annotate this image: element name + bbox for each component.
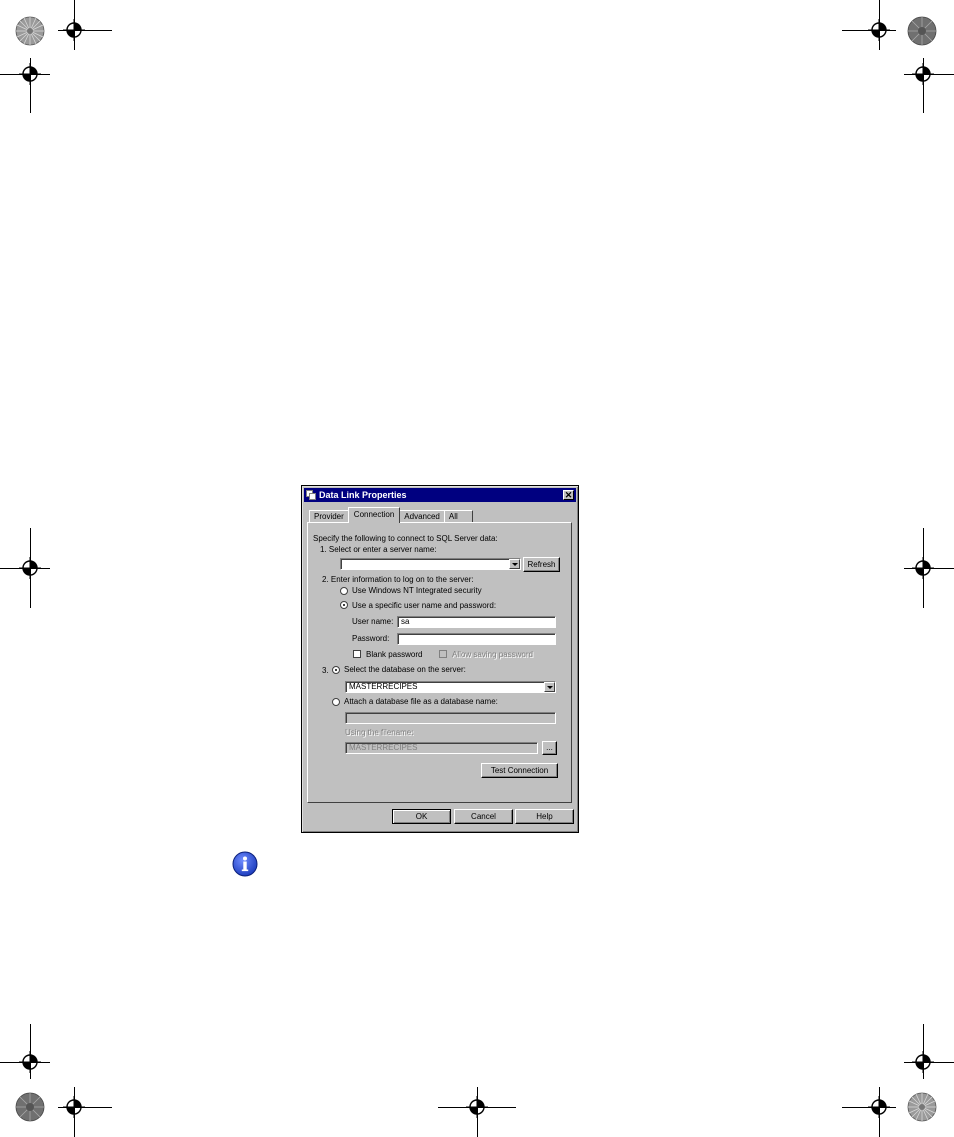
registration-mark-icon: [63, 1096, 85, 1118]
database-value: MASTERRECIPES: [349, 682, 418, 691]
filename-label: Using the filename:: [345, 728, 414, 737]
help-button[interactable]: Help: [515, 809, 574, 824]
username-input[interactable]: sa: [397, 616, 556, 628]
ok-button[interactable]: OK: [392, 809, 451, 824]
blank-password-label: Blank password: [366, 650, 423, 659]
title-bar[interactable]: Data Link Properties ✕: [304, 488, 576, 502]
color-wheel-icon: [907, 16, 937, 46]
password-input[interactable]: [397, 633, 556, 645]
registration-mark-icon: [19, 63, 41, 85]
data-link-icon: [306, 490, 316, 500]
allow-saving-checkbox[interactable]: [439, 650, 447, 658]
step2-label: 2. Enter information to log on to the se…: [322, 575, 474, 584]
intro-text: Specify the following to connect to SQL …: [313, 534, 498, 543]
select-db-label: Select the database on the server:: [344, 665, 466, 674]
filename-input[interactable]: MASTERRECIPES: [345, 742, 538, 754]
nt-security-radio[interactable]: [340, 587, 348, 595]
tab-connection[interactable]: Connection: [347, 507, 401, 523]
step3-number: 3.: [322, 666, 329, 675]
allow-saving-label: Allow saving password: [452, 650, 533, 659]
window-title: Data Link Properties: [319, 490, 407, 500]
attach-db-radio[interactable]: [332, 698, 340, 706]
color-wheel-icon: [15, 1092, 45, 1122]
attach-db-label: Attach a database file as a database nam…: [344, 697, 498, 706]
specific-user-radio[interactable]: [340, 601, 348, 609]
username-label: User name:: [352, 617, 394, 626]
close-button[interactable]: ✕: [563, 490, 574, 500]
close-icon: ✕: [564, 490, 573, 500]
chevron-down-icon[interactable]: [544, 682, 555, 692]
registration-mark-icon: [912, 557, 934, 579]
info-icon: [232, 851, 258, 877]
step1-label: 1. Select or enter a server name:: [320, 545, 437, 554]
registration-mark-icon: [912, 63, 934, 85]
nt-security-label: Use Windows NT Integrated security: [352, 586, 482, 595]
registration-mark-icon: [868, 19, 890, 41]
browse-button[interactable]: ...: [542, 741, 557, 755]
specific-user-label: Use a specific user name and password:: [352, 601, 497, 610]
refresh-button[interactable]: Refresh: [523, 557, 560, 572]
registration-mark-icon: [868, 1096, 890, 1118]
attach-db-name-input[interactable]: [345, 712, 556, 724]
registration-mark-icon: [19, 1051, 41, 1073]
chevron-down-icon[interactable]: [509, 559, 520, 569]
blank-password-checkbox[interactable]: [353, 650, 361, 658]
test-connection-button[interactable]: Test Connection: [481, 763, 558, 778]
database-combobox[interactable]: MASTERRECIPES: [345, 681, 556, 693]
cancel-button[interactable]: Cancel: [454, 809, 513, 824]
registration-mark-icon: [63, 19, 85, 41]
connection-panel: Specify the following to connect to SQL …: [307, 522, 572, 803]
registration-mark-icon: [912, 1051, 934, 1073]
registration-mark-icon: [19, 557, 41, 579]
color-wheel-icon: [907, 1092, 937, 1122]
data-link-properties-dialog: Data Link Properties ✕ Provider Connecti…: [301, 485, 579, 833]
color-wheel-icon: [15, 16, 45, 46]
server-name-combobox[interactable]: [340, 558, 521, 570]
password-label: Password:: [352, 634, 390, 643]
select-db-radio[interactable]: [332, 666, 340, 674]
tab-strip: Provider Connection Advanced All: [309, 507, 473, 523]
registration-mark-icon: [466, 1096, 488, 1118]
